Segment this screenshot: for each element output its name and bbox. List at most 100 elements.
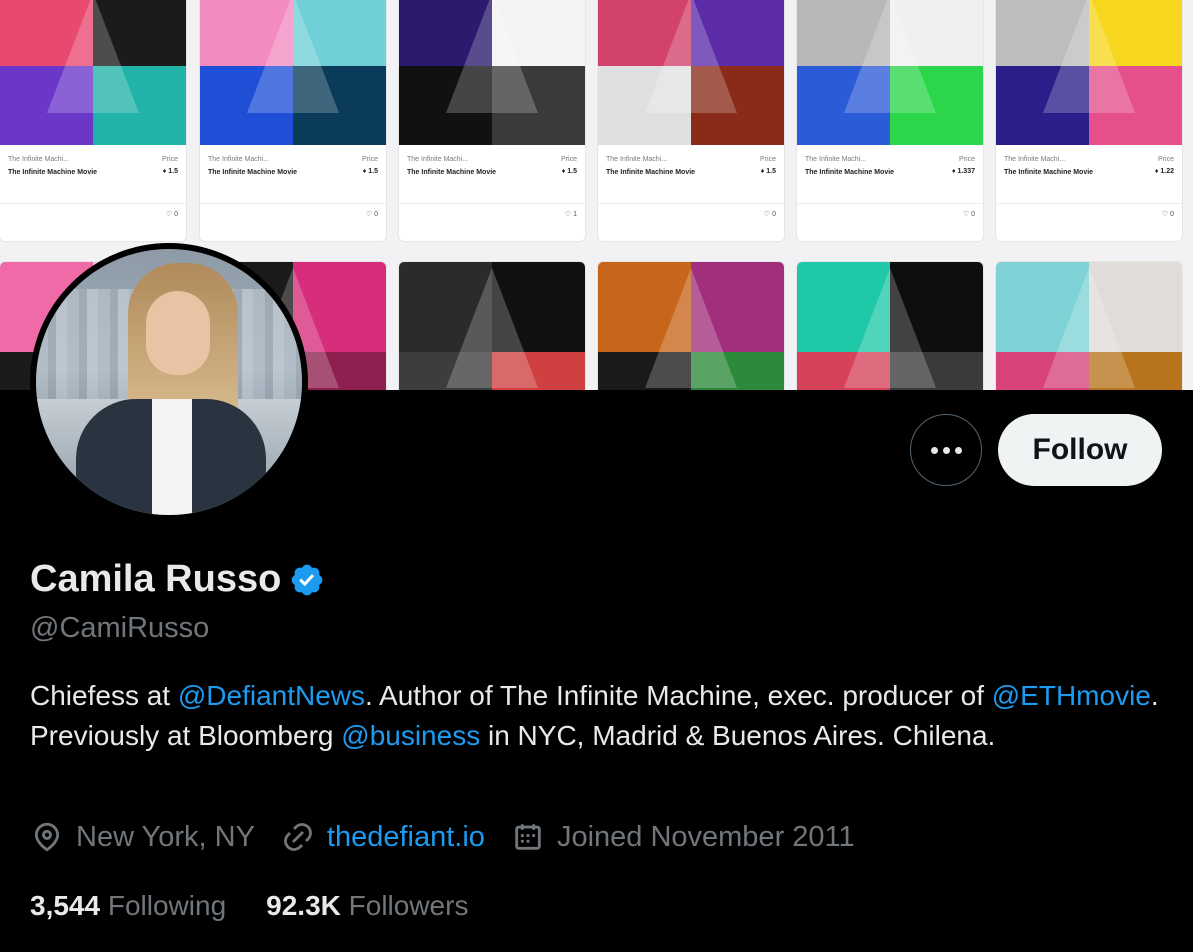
nft-collection: The Infinite Machi... [805,156,867,163]
nft-collection: The Infinite Machi... [208,156,270,163]
ethereum-icon: ♦ [561,168,566,175]
nft-card[interactable] [995,261,1183,390]
nft-card[interactable] [398,261,586,390]
website-link[interactable]: thedefiant.io [327,821,485,854]
followers-label: Followers [348,890,469,921]
nft-price-value: 1.5 [567,168,577,175]
nft-likes[interactable]: ♡ 0 [764,210,776,218]
nft-price-label: Price [561,156,577,163]
name-row: Camila Russo [30,558,325,601]
nft-artwork [399,0,585,145]
nft-name: The Infinite Machine Movie [208,169,298,176]
heart-icon: ♡ [564,211,572,218]
bio-text: in NYC, Madrid & Buenos Aires. Chilena. [480,720,996,751]
more-options-button[interactable] [910,414,982,486]
nft-card[interactable]: The Infinite Machi... The Infinite Machin… [995,0,1183,242]
nft-artwork [996,0,1182,145]
nft-card[interactable]: The Infinite Machi... The Infinite Machin… [597,0,785,242]
nft-collection: The Infinite Machi... [8,156,70,163]
nft-name: The Infinite Machine Movie [805,169,895,176]
nft-likes[interactable]: ♡ 0 [366,210,378,218]
nft-artwork [399,262,585,390]
nft-price: ♦ 1.5 [761,168,776,175]
nft-price-label: Price [959,156,975,163]
verified-badge-icon[interactable] [289,562,325,598]
bio-text: . Author of The Infinite Machine, exec. … [365,680,992,711]
nft-price: ♦ 1.5 [363,168,378,175]
bio-text: Chiefess at [30,680,178,711]
nft-likes[interactable]: ♡ 0 [1162,210,1174,218]
nft-card[interactable]: The Infinite Machi... The Infinite Machin… [796,0,984,242]
more-options-icon [930,446,962,454]
nft-artwork [200,0,386,145]
nft-name: The Infinite Machine Movie [606,169,696,176]
nft-price-value: 1.5 [368,168,378,175]
nft-divider [797,203,983,204]
nft-artwork [0,0,186,145]
nft-card[interactable] [796,261,984,390]
heart-icon: ♡ [1161,211,1169,218]
followers-count: 92.3K [266,890,341,921]
nft-info: The Infinite Machi... The Infinite Machin… [399,147,585,227]
nft-artwork [598,262,784,390]
handle: @CamiRusso [30,612,210,644]
nft-likes[interactable]: ♡ 1 [565,210,577,218]
nft-price-value: 1.337 [957,168,975,175]
nft-info: The Infinite Machi... The Infinite Machin… [0,147,186,227]
nft-card[interactable] [597,261,785,390]
nft-likes-count: 0 [1170,211,1174,218]
nft-card[interactable]: The Infinite Machi... The Infinite Machin… [398,0,586,242]
website-item[interactable]: thedefiant.io [281,820,485,854]
nft-artwork [598,0,784,145]
nft-card[interactable]: The Infinite Machi... The Infinite Machin… [199,0,387,242]
nft-price-value: 1.5 [766,168,776,175]
nft-divider [598,203,784,204]
nft-likes[interactable]: ♡ 0 [166,210,178,218]
display-name: Camila Russo [30,558,282,600]
nft-price-value: 1.5 [168,168,178,175]
nft-likes-count: 0 [971,211,975,218]
nft-price-value: 1.22 [1160,168,1174,175]
bio: Chiefess at @DefiantNews. Author of The … [30,676,1160,756]
avatar-shirt [152,399,192,515]
following-count: 3,544 [30,890,101,921]
avatar[interactable] [30,243,308,521]
nft-name: The Infinite Machine Movie [8,169,98,176]
nft-collection: The Infinite Machi... [407,156,469,163]
ethereum-icon: ♦ [362,168,367,175]
nft-price: ♦ 1.5 [562,168,577,175]
heart-icon: ♡ [165,211,173,218]
heart-icon: ♡ [365,211,373,218]
nft-collection: The Infinite Machi... [606,156,668,163]
following-stat[interactable]: 3,544 Following [30,890,226,922]
heart-icon: ♡ [763,211,771,218]
mention-defiantnews[interactable]: @DefiantNews [178,680,365,711]
nft-info: The Infinite Machi... The Infinite Machin… [200,147,386,227]
followers-stat[interactable]: 92.3K Followers [266,890,468,922]
nft-likes[interactable]: ♡ 0 [963,210,975,218]
nft-divider [399,203,585,204]
nft-name: The Infinite Machine Movie [1004,169,1094,176]
joined-item: Joined November 2011 [511,820,855,854]
nft-artwork [996,262,1182,390]
nft-likes-count: 0 [374,211,378,218]
nft-divider [996,203,1182,204]
nft-price-label: Price [760,156,776,163]
mention-business[interactable]: @business [341,720,480,751]
ethereum-icon: ♦ [951,168,956,175]
joined-text: Joined November 2011 [556,820,855,853]
location-item: New York, NY [30,820,255,854]
nft-divider [0,203,186,204]
profile-meta: New York, NY thedefiant.io Joined Novemb… [30,820,881,854]
location-pin-icon [34,822,60,852]
avatar-photo [36,249,302,515]
nft-card[interactable]: The Infinite Machi... The Infinite Machin… [0,0,187,242]
nft-artwork [797,0,983,145]
nft-info: The Infinite Machi... The Infinite Machin… [996,147,1182,227]
nft-price-label: Price [362,156,378,163]
nft-likes-count: 0 [772,211,776,218]
nft-collection: The Infinite Machi... [1004,156,1066,163]
mention-ethmovie[interactable]: @ETHmovie [992,680,1151,711]
follow-button[interactable]: Follow [998,414,1162,486]
ethereum-icon: ♦ [162,168,167,175]
